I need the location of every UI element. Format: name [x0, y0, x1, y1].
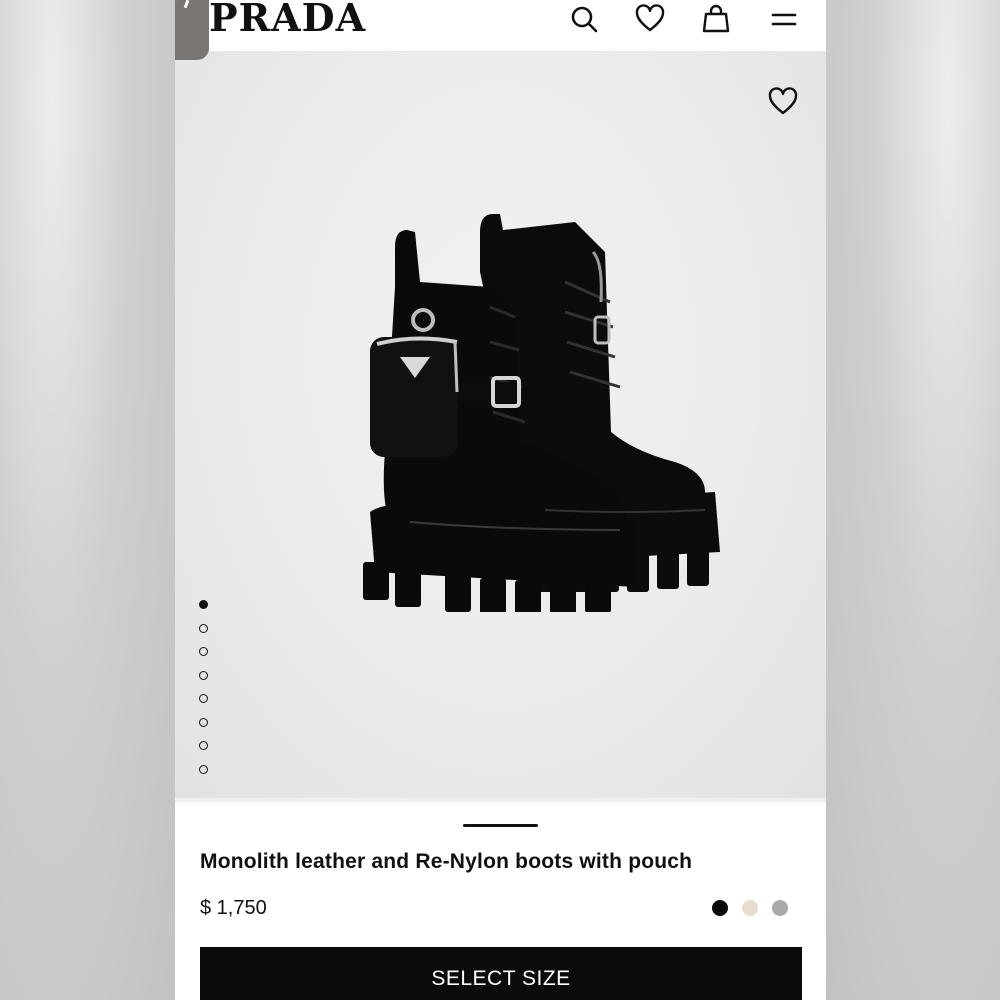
color-swatch-black[interactable]: [712, 900, 728, 916]
sheet-drag-handle[interactable]: [463, 824, 538, 827]
gallery-dot[interactable]: [199, 647, 208, 656]
product-image-boots: [363, 214, 720, 612]
color-swatch-grey[interactable]: [772, 900, 788, 916]
heart-icon[interactable]: [633, 2, 667, 36]
gallery-dot[interactable]: [199, 764, 208, 774]
gallery-dot[interactable]: [199, 623, 208, 633]
gallery-dot[interactable]: [199, 717, 208, 727]
gallery-dot[interactable]: [199, 741, 208, 750]
background-left: [0, 0, 175, 1000]
pouch: [370, 337, 458, 457]
product-info-sheet: Monolith leather and Re-Nylon boots with…: [175, 802, 826, 1000]
product-price: $ 1,750: [200, 897, 267, 919]
brand-logo[interactable]: PRADA: [209, 0, 366, 40]
site-header: PRADA: [175, 0, 826, 60]
mobile-page: PRADA Monolith leather and Re-Nylon boot…: [175, 0, 826, 1000]
menu-icon[interactable]: [767, 2, 801, 36]
product-title: Monolith leather and Re-Nylon boots with…: [200, 850, 693, 873]
gallery-dot[interactable]: [199, 694, 208, 703]
search-icon[interactable]: [567, 2, 601, 36]
product-gallery[interactable]: [175, 52, 826, 798]
corner-badge: [175, 0, 209, 60]
gallery-dot[interactable]: [199, 670, 208, 680]
color-swatch-beige[interactable]: [742, 900, 758, 916]
select-size-button[interactable]: SELECT SIZE: [200, 947, 802, 1000]
shopping-bag-icon[interactable]: [699, 2, 733, 36]
add-to-wishlist-heart-icon[interactable]: [767, 86, 799, 118]
gallery-dot[interactable]: [199, 600, 208, 609]
background-right: [825, 0, 1000, 1000]
gallery-pagination: [199, 600, 211, 788]
